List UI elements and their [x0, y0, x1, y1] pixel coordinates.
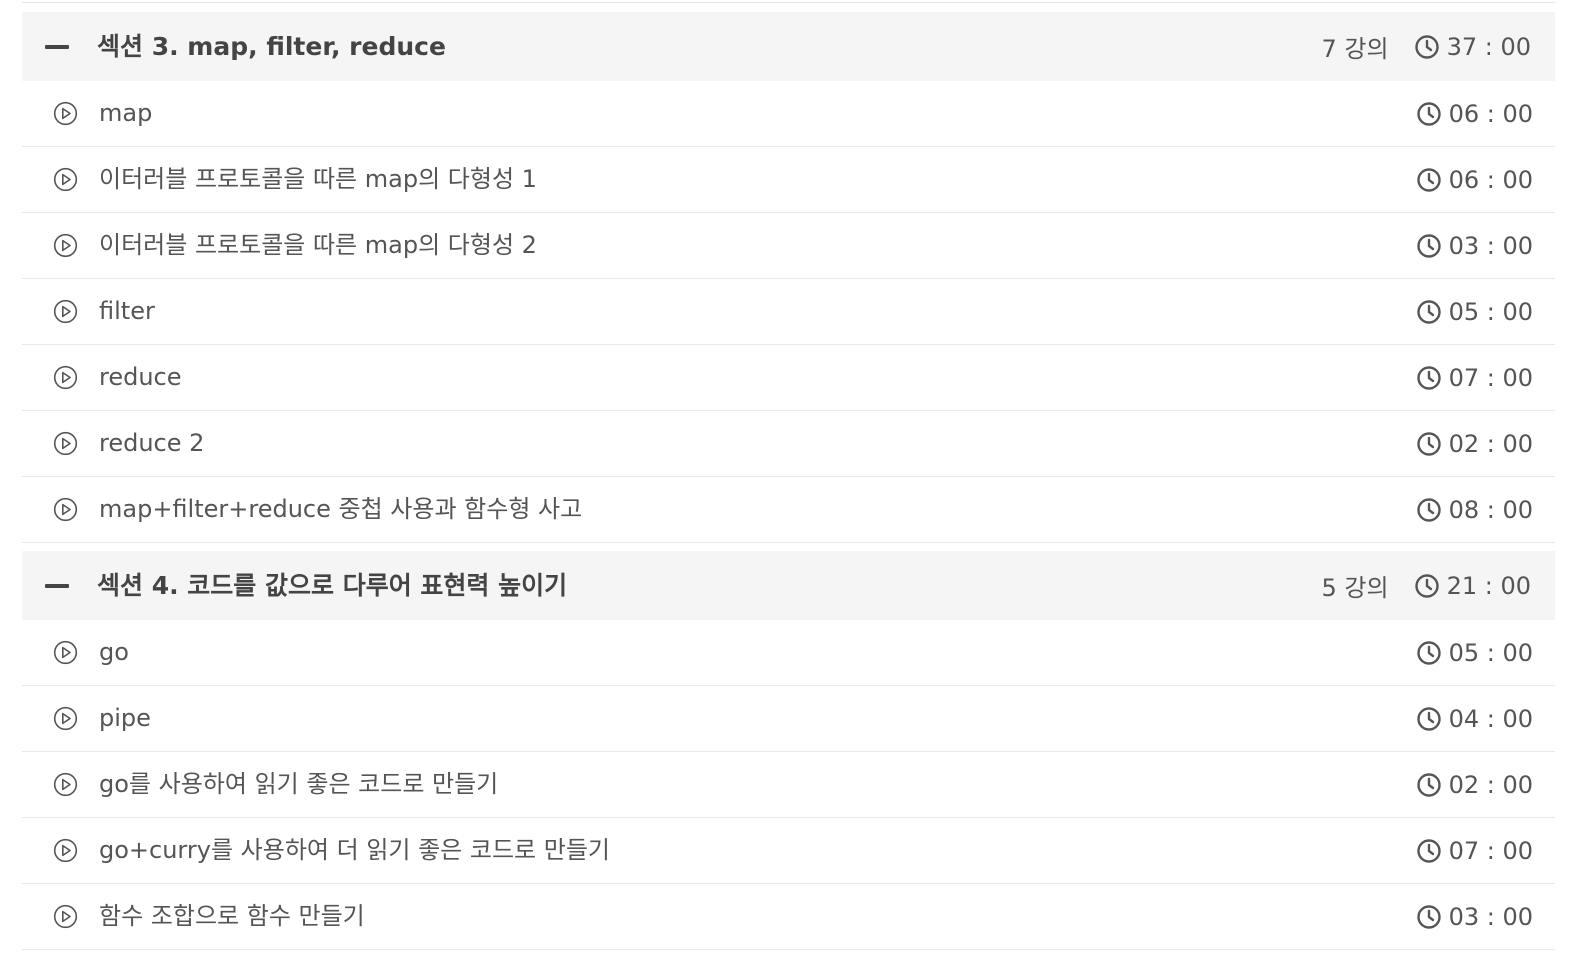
lesson-duration-text: 02 : 00 — [1448, 429, 1533, 458]
lesson-item[interactable]: reduce 07 : 00 — [22, 345, 1555, 411]
section-meta: 7 강의 37 : 00 — [1322, 12, 1531, 81]
lesson-duration: 02 : 00 — [1416, 752, 1533, 817]
section-3: 섹션 3. map, filter, reduce 7 강의 37 : 00 m… — [22, 12, 1555, 543]
play-circle-icon — [53, 431, 78, 456]
section-title: 섹션 4. 코드를 값으로 다루어 표현력 높이기 — [97, 571, 568, 600]
play-circle-icon — [53, 101, 78, 126]
minus-icon[interactable] — [45, 584, 69, 588]
lesson-item[interactable]: reduce 2 02 : 00 — [22, 411, 1555, 477]
lesson-item[interactable]: pipe 04 : 00 — [22, 686, 1555, 752]
lesson-title: filter — [99, 297, 155, 325]
lesson-title: go+curry를 사용하여 더 읽기 좋은 코드로 만들기 — [99, 836, 611, 864]
lesson-duration-text: 05 : 00 — [1448, 638, 1533, 667]
play-circle-icon — [53, 772, 78, 797]
clock-icon — [1416, 706, 1442, 732]
play-circle-icon — [53, 167, 78, 192]
play-circle-icon — [53, 904, 78, 929]
clock-icon — [1416, 772, 1442, 798]
lesson-title: go를 사용하여 읽기 좋은 코드로 만들기 — [99, 770, 499, 798]
lesson-title: go — [99, 638, 129, 666]
lesson-title: 이터러블 프로토콜을 따른 map의 다형성 1 — [99, 165, 537, 193]
section-meta: 5 강의 21 : 00 — [1322, 551, 1531, 620]
section-header[interactable]: 섹션 3. map, filter, reduce 7 강의 37 : 00 — [22, 12, 1555, 81]
lesson-title: reduce — [99, 363, 182, 391]
lesson-duration: 08 : 00 — [1416, 477, 1533, 542]
lesson-duration-text: 05 : 00 — [1448, 297, 1533, 326]
lesson-duration: 03 : 00 — [1416, 213, 1533, 278]
lesson-item[interactable]: go 05 : 00 — [22, 620, 1555, 686]
clock-icon — [1416, 167, 1442, 193]
lesson-duration-text: 02 : 00 — [1448, 770, 1533, 799]
play-circle-icon — [53, 706, 78, 731]
lesson-title: pipe — [99, 704, 151, 732]
section-duration-text: 21 : 00 — [1446, 571, 1531, 600]
section-4: 섹션 4. 코드를 값으로 다루어 표현력 높이기 5 강의 21 : 00 g… — [22, 551, 1555, 950]
clock-icon — [1416, 640, 1442, 666]
lesson-item[interactable]: filter 05 : 00 — [22, 279, 1555, 345]
lesson-duration-text: 07 : 00 — [1448, 836, 1533, 865]
lesson-item[interactable]: go+curry를 사용하여 더 읽기 좋은 코드로 만들기 07 : 00 — [22, 818, 1555, 884]
play-circle-icon — [53, 299, 78, 324]
lesson-item[interactable]: 함수 조합으로 함수 만들기 03 : 00 — [22, 884, 1555, 950]
section-duration-text: 37 : 00 — [1446, 32, 1531, 61]
lesson-duration: 04 : 00 — [1416, 686, 1533, 751]
play-circle-icon — [53, 838, 78, 863]
top-divider — [22, 2, 1555, 3]
lesson-item[interactable]: 이터러블 프로토콜을 따른 map의 다형성 2 03 : 00 — [22, 213, 1555, 279]
play-circle-icon — [53, 497, 78, 522]
clock-icon — [1416, 431, 1442, 457]
clock-icon — [1416, 101, 1442, 127]
lesson-item[interactable]: map 06 : 00 — [22, 81, 1555, 147]
lesson-title: 함수 조합으로 함수 만들기 — [99, 902, 365, 930]
clock-icon — [1416, 497, 1442, 523]
clock-icon — [1416, 365, 1442, 391]
lesson-duration-text: 04 : 00 — [1448, 704, 1533, 733]
lesson-title: reduce 2 — [99, 429, 205, 457]
lesson-duration: 03 : 00 — [1416, 884, 1533, 949]
lesson-title: map+filter+reduce 중첩 사용과 함수형 사고 — [99, 495, 583, 523]
lesson-duration-text: 06 : 00 — [1448, 165, 1533, 194]
clock-icon — [1416, 299, 1442, 325]
section-duration: 21 : 00 — [1414, 572, 1531, 600]
lesson-duration: 07 : 00 — [1416, 818, 1533, 883]
section-lecture-count: 5 강의 — [1321, 574, 1389, 602]
lesson-item[interactable]: 이터러블 프로토콜을 따른 map의 다형성 1 06 : 00 — [22, 147, 1555, 213]
lesson-item[interactable]: map+filter+reduce 중첩 사용과 함수형 사고 08 : 00 — [22, 477, 1555, 543]
lesson-duration: 02 : 00 — [1416, 411, 1533, 476]
lesson-duration-text: 03 : 00 — [1448, 902, 1533, 931]
clock-icon — [1414, 34, 1440, 60]
section-header[interactable]: 섹션 4. 코드를 값으로 다루어 표현력 높이기 5 강의 21 : 00 — [22, 551, 1555, 620]
lesson-duration-text: 07 : 00 — [1448, 363, 1533, 392]
minus-icon[interactable] — [45, 45, 69, 49]
lesson-title: 이터러블 프로토콜을 따른 map의 다형성 2 — [99, 231, 537, 259]
curriculum-list: 섹션 3. map, filter, reduce 7 강의 37 : 00 m… — [22, 12, 1555, 950]
clock-icon — [1414, 573, 1440, 599]
section-title: 섹션 3. map, filter, reduce — [97, 32, 446, 61]
play-circle-icon — [53, 365, 78, 390]
play-circle-icon — [53, 233, 78, 258]
section-lecture-count: 7 강의 — [1321, 35, 1389, 63]
clock-icon — [1416, 233, 1442, 259]
lesson-duration: 06 : 00 — [1416, 81, 1533, 146]
lesson-item[interactable]: go를 사용하여 읽기 좋은 코드로 만들기 02 : 00 — [22, 752, 1555, 818]
lesson-title: map — [99, 99, 153, 127]
section-duration: 37 : 00 — [1414, 33, 1531, 61]
lesson-duration-text: 03 : 00 — [1448, 231, 1533, 260]
clock-icon — [1416, 838, 1442, 864]
lesson-duration-text: 06 : 00 — [1448, 99, 1533, 128]
lesson-duration: 07 : 00 — [1416, 345, 1533, 410]
lesson-duration-text: 08 : 00 — [1448, 495, 1533, 524]
clock-icon — [1416, 904, 1442, 930]
lesson-duration: 06 : 00 — [1416, 147, 1533, 212]
lesson-duration: 05 : 00 — [1416, 279, 1533, 344]
play-circle-icon — [53, 640, 78, 665]
lesson-duration: 05 : 00 — [1416, 620, 1533, 685]
